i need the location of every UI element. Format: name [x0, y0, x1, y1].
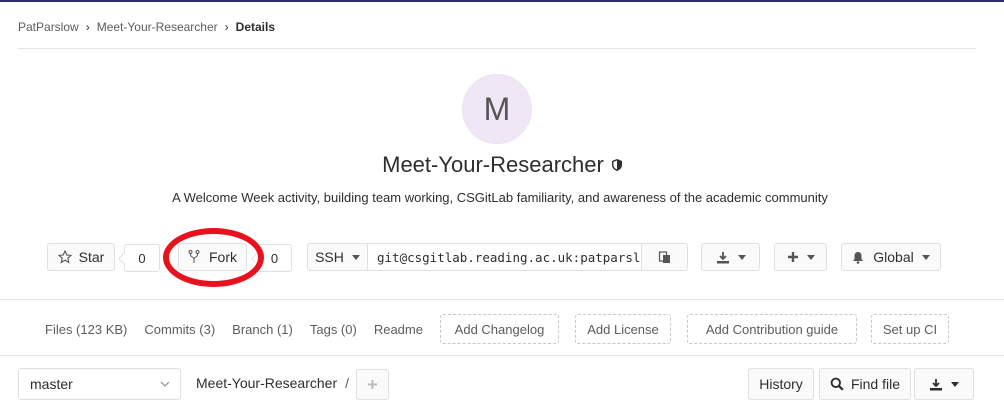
- chevron-right-icon: ›: [85, 20, 90, 34]
- plus-icon: [368, 380, 377, 389]
- caret-down-icon: [921, 254, 930, 260]
- bell-icon: [853, 251, 864, 264]
- history-button[interactable]: History: [748, 368, 814, 400]
- project-avatar: M: [462, 74, 532, 144]
- star-label: Star: [78, 249, 105, 265]
- caret-down-icon: [951, 381, 959, 387]
- repo-path: Meet-Your-Researcher /: [196, 375, 349, 391]
- caret-down-icon: [351, 254, 360, 260]
- fork-button[interactable]: Fork: [178, 243, 247, 271]
- setup-ci-button[interactable]: Set up CI: [871, 314, 949, 344]
- branch-name: master: [30, 376, 73, 392]
- clone-protocol-label: SSH: [315, 249, 344, 265]
- copy-url-button[interactable]: [642, 243, 688, 271]
- find-file-button[interactable]: Find file: [819, 368, 911, 400]
- add-changelog-button[interactable]: Add Changelog: [440, 314, 559, 344]
- stat-readme[interactable]: Readme: [374, 322, 423, 337]
- stat-files[interactable]: Files (123 KB): [45, 322, 127, 337]
- branch-select[interactable]: master: [18, 368, 181, 400]
- caret-down-icon: [737, 254, 746, 260]
- notification-label: Global: [873, 249, 914, 265]
- download-icon: [930, 378, 942, 390]
- caret-down-icon: [806, 254, 815, 260]
- path-separator: /: [345, 375, 349, 391]
- breadcrumb-item-project[interactable]: Meet-Your-Researcher: [97, 20, 218, 34]
- clipboard-icon: [658, 251, 670, 263]
- download-icon: [716, 251, 729, 263]
- chevron-right-icon: ›: [224, 20, 229, 34]
- project-title: Meet-Your-Researcher: [0, 152, 1004, 178]
- plus-icon: [787, 252, 798, 262]
- project-name: Meet-Your-Researcher: [382, 152, 604, 177]
- project-stats: Files (123 KB) Commits (3) Branch (1) Ta…: [45, 319, 440, 339]
- add-license-button[interactable]: Add License: [575, 314, 671, 344]
- download-dropdown[interactable]: [701, 243, 760, 271]
- stat-branch[interactable]: Branch (1): [232, 322, 293, 337]
- project-description: A Welcome Week activity, building team w…: [172, 190, 828, 205]
- shield-icon: [611, 159, 622, 171]
- notification-dropdown[interactable]: Global: [841, 243, 941, 271]
- repo-path-root[interactable]: Meet-Your-Researcher: [196, 375, 337, 391]
- star-button[interactable]: Star: [47, 243, 115, 271]
- divider: [0, 355, 1004, 356]
- new-item-dropdown[interactable]: [774, 243, 827, 271]
- clone-protocol-dropdown[interactable]: SSH: [307, 243, 368, 271]
- repo-download-dropdown[interactable]: [914, 368, 974, 400]
- fork-count[interactable]: 0: [257, 244, 292, 272]
- search-icon: [830, 377, 844, 391]
- fork-label: Fork: [209, 249, 237, 265]
- breadcrumb: PatParslow › Meet-Your-Researcher › Deta…: [18, 18, 275, 36]
- fork-icon: [188, 250, 200, 263]
- stat-tags[interactable]: Tags (0): [310, 322, 357, 337]
- clone-url-field[interactable]: git@csgitlab.reading.ac.uk:patparslow/me…: [368, 243, 642, 271]
- stat-commits[interactable]: Commits (3): [144, 322, 215, 337]
- divider: [0, 299, 1004, 300]
- divider: [18, 48, 976, 49]
- add-contribution-guide-button[interactable]: Add Contribution guide: [687, 314, 857, 344]
- star-icon: [57, 250, 72, 264]
- find-file-label: Find file: [850, 376, 901, 392]
- star-count[interactable]: 0: [124, 244, 160, 272]
- top-bar: [0, 0, 1004, 2]
- breadcrumb-current[interactable]: Details: [236, 20, 275, 34]
- breadcrumb-item-namespace[interactable]: PatParslow: [18, 20, 79, 34]
- clone-group: SSH git@csgitlab.reading.ac.uk:patparslo…: [307, 243, 688, 271]
- add-to-tree-button[interactable]: [356, 369, 389, 400]
- chevron-down-icon: [160, 381, 170, 387]
